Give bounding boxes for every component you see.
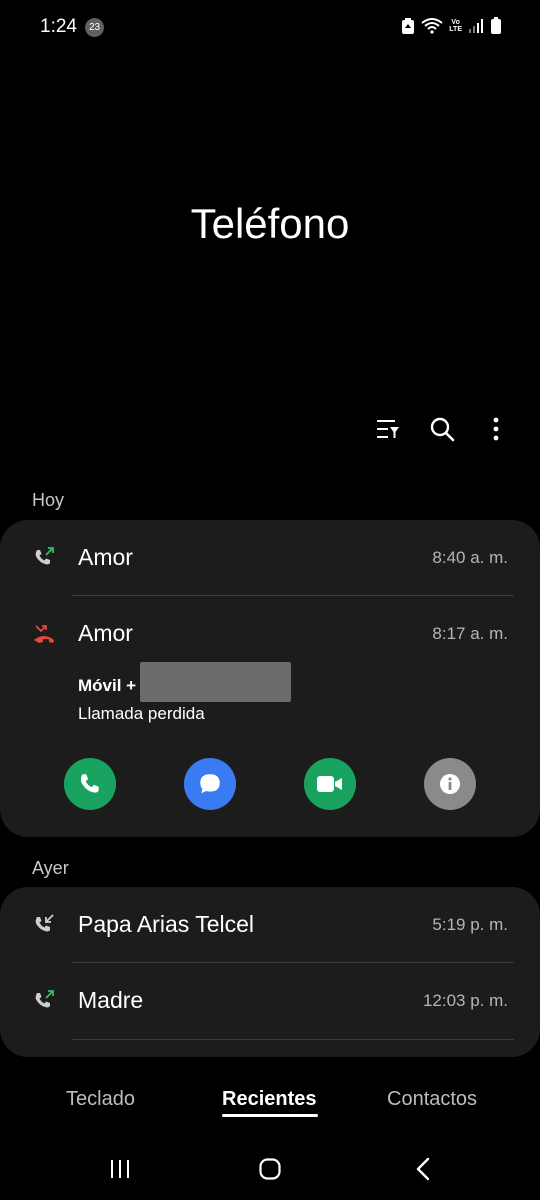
- toolbar: [374, 412, 510, 446]
- call-log-item[interactable]: Papa Arias Telcel 5:19 p. m.: [0, 895, 540, 955]
- message-button[interactable]: [184, 758, 236, 810]
- active-tab-indicator: [222, 1114, 318, 1117]
- message-icon: [200, 774, 220, 794]
- call-status: Llamada perdida: [78, 704, 205, 723]
- call-actions: [0, 758, 540, 810]
- divider: [72, 595, 514, 596]
- filter-list-icon[interactable]: [374, 412, 402, 446]
- volte-icon: Vo LTE: [449, 19, 462, 33]
- section-label-yesterday: Ayer: [32, 858, 69, 878]
- contact-name: Amor: [78, 544, 133, 570]
- info-button[interactable]: [424, 758, 476, 810]
- call-time: 5:19 p. m.: [432, 915, 508, 934]
- outgoing-call-icon: [32, 546, 56, 570]
- phone-icon: [80, 774, 99, 793]
- contact-name: Amor: [78, 620, 133, 646]
- section-label-today: Hoy: [32, 490, 65, 510]
- divider: [72, 1039, 514, 1040]
- call-button[interactable]: [64, 758, 116, 810]
- call-log-item[interactable]: Amor 8:40 a. m.: [0, 528, 540, 588]
- recent-apps-icon[interactable]: [105, 1154, 135, 1184]
- search-icon[interactable]: [428, 412, 456, 446]
- contact-name: Madre: [78, 987, 144, 1013]
- data-saver-icon: [401, 17, 415, 35]
- signal-icon: [468, 18, 484, 34]
- call-group-yesterday: Papa Arias Telcel 5:19 p. m. Madre 12:03…: [0, 887, 540, 1057]
- status-time: 1:24: [40, 16, 77, 37]
- battery-icon: [490, 17, 502, 35]
- call-time: 8:40 a. m.: [432, 548, 508, 567]
- call-log-item[interactable]: Madre 12:03 p. m.: [0, 971, 540, 1031]
- missed-call-icon: [32, 622, 56, 646]
- tab-keypad[interactable]: Teclado: [66, 1088, 135, 1111]
- call-log-item-expanded[interactable]: Amor 8:17 a. m.: [0, 604, 540, 664]
- system-navigation-bar: [0, 1148, 540, 1188]
- call-time: 8:17 a. m.: [432, 624, 508, 643]
- bottom-nav: Teclado Recientes Contactos: [0, 1082, 540, 1122]
- outgoing-call-icon: [32, 989, 56, 1013]
- tab-recents[interactable]: Recientes: [222, 1088, 317, 1111]
- home-icon[interactable]: [255, 1154, 285, 1184]
- status-bar: 1:24 23 Vo LTE: [0, 0, 540, 56]
- contact-name: Papa Arias Telcel: [78, 911, 255, 937]
- incoming-call-icon: [32, 913, 56, 937]
- back-icon[interactable]: [408, 1154, 438, 1184]
- info-icon: [440, 774, 460, 794]
- app-title: Teléfono: [190, 200, 350, 247]
- video-call-button[interactable]: [304, 758, 356, 810]
- redacted-phone-number: [140, 662, 291, 702]
- video-icon: [317, 776, 342, 792]
- wifi-icon: [421, 18, 443, 34]
- phone-number-type: Móvil +: [78, 676, 137, 695]
- call-group-today: Amor 8:40 a. m. Amor 8:17 a. m. Móvil + …: [0, 520, 540, 837]
- status-icons: Vo LTE: [401, 17, 502, 35]
- more-vert-icon[interactable]: [482, 412, 510, 446]
- call-time: 12:03 p. m.: [422, 991, 508, 1010]
- divider: [72, 962, 514, 963]
- notification-count-badge: 23: [85, 18, 104, 37]
- tab-contacts[interactable]: Contactos: [387, 1088, 477, 1111]
